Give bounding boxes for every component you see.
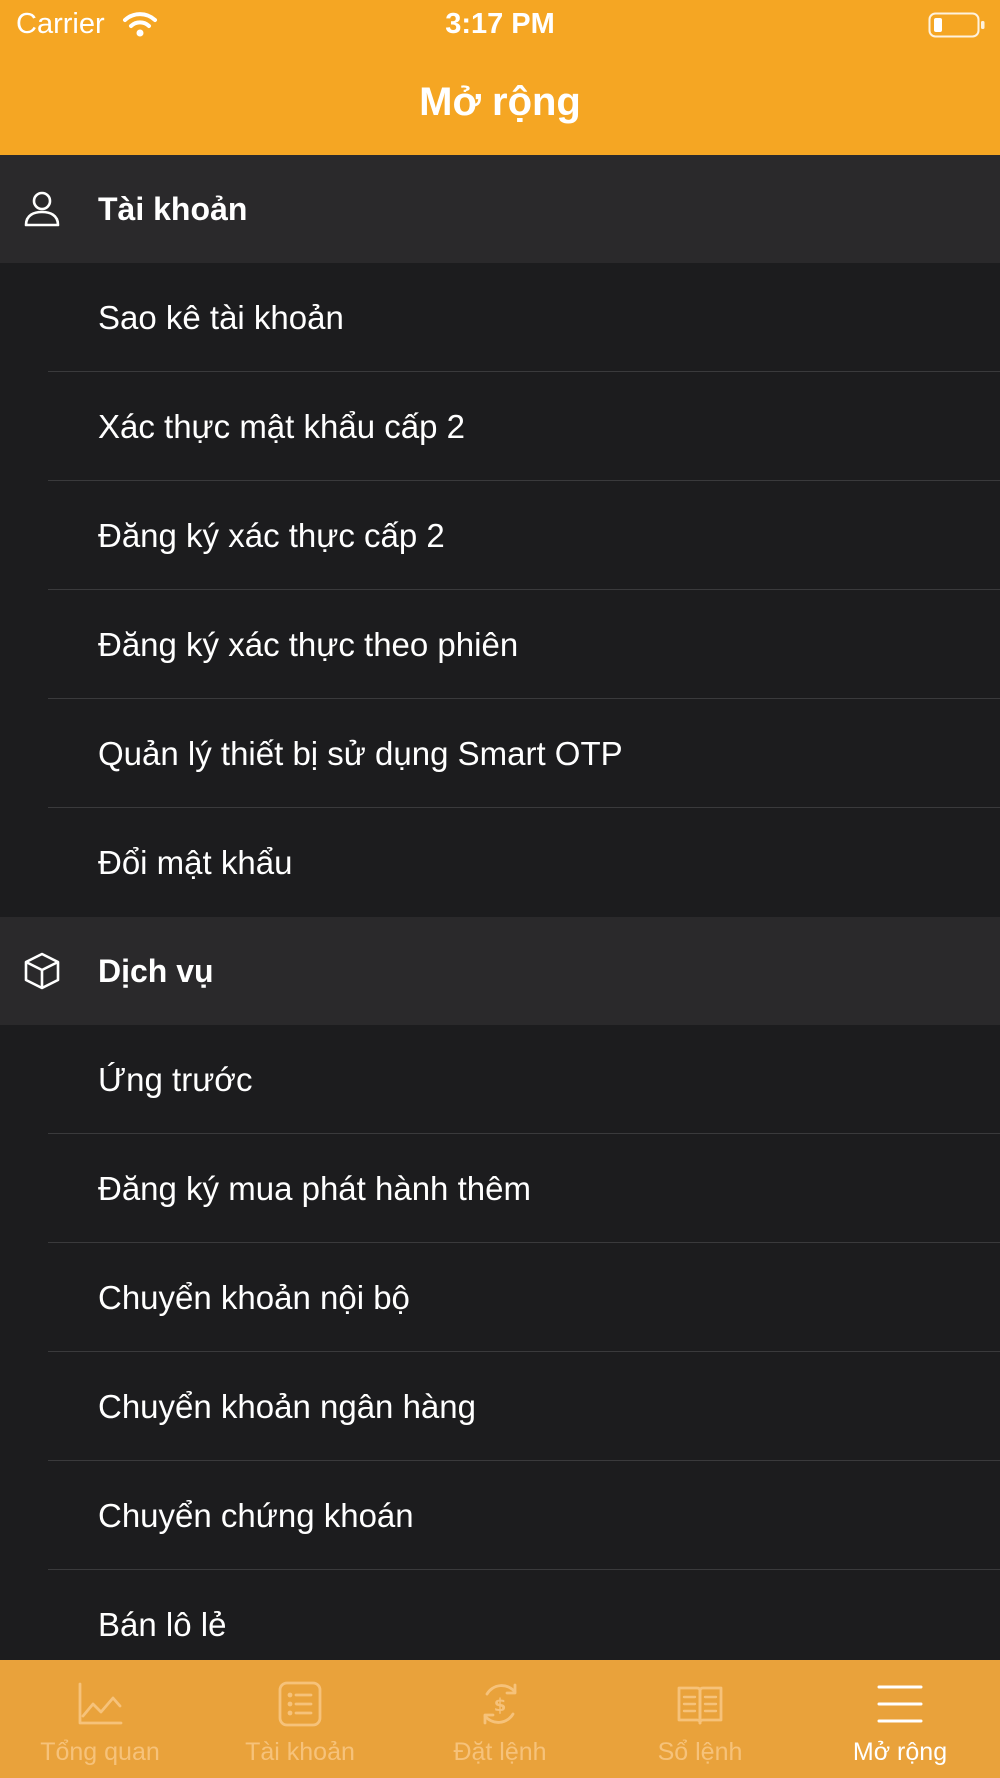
menu-item-label: Sao kê tài khoản [98,299,344,336]
status-bar: Carrier 3:17 PM [0,0,1000,52]
menu-item-label: Đăng ký xác thực theo phiên [98,626,519,663]
section-header-services: Dịch vụ [0,917,1000,1025]
menu-item-label: Xác thực mật khẩu cấp 2 [98,408,465,445]
battery-icon [928,12,985,38]
menu-item-securities-transfer[interactable]: Chuyển chứng khoán [0,1461,1000,1570]
person-icon [24,191,60,227]
tab-label: Tài khoản [245,1738,355,1766]
section-header-account: Tài khoản [0,155,1000,263]
tab-more[interactable]: Mở rộng [800,1660,1000,1778]
menu-item-change-password[interactable]: Đổi mật khẩu [0,808,1000,917]
menu-item-label: Ứng trước [98,1061,253,1098]
box-icon [24,952,60,990]
navigation-bar: Mở rộng [0,52,1000,155]
menu-item-label: Quản lý thiết bị sử dụng Smart OTP [98,735,623,772]
tab-account[interactable]: Tài khoản [200,1660,400,1778]
section-title: Dịch vụ [98,953,214,989]
menu-icon [877,1685,923,1723]
tab-place-order[interactable]: $ Đặt lệnh [400,1660,600,1778]
menu-item-internal-transfer[interactable]: Chuyển khoản nội bộ [0,1243,1000,1352]
tab-label: Đặt lệnh [453,1738,547,1766]
menu-item-register-level2-auth[interactable]: Đăng ký xác thực cấp 2 [0,481,1000,590]
currency-exchange-icon: $ [483,1683,517,1725]
book-icon [677,1686,723,1725]
menu-item-cash-advance[interactable]: Ứng trước [0,1025,1000,1134]
menu-item-verify-level2-password[interactable]: Xác thực mật khẩu cấp 2 [0,372,1000,481]
menu-item-statement[interactable]: Sao kê tài khoản [0,263,1000,372]
menu-list[interactable]: Tài khoản Sao kê tài khoản Xác thực mật … [0,155,1000,1660]
menu-item-bank-transfer[interactable]: Chuyển khoản ngân hàng [0,1352,1000,1461]
chart-line-icon [78,1682,123,1725]
menu-item-label: Bán lô lẻ [98,1606,227,1643]
list-icon [278,1681,322,1727]
menu-item-label: Đăng ký xác thực cấp 2 [98,517,445,554]
menu-item-register-session-auth[interactable]: Đăng ký xác thực theo phiên [0,590,1000,699]
menu-item-label: Chuyển khoản ngân hàng [98,1388,476,1425]
menu-item-label: Đổi mật khẩu [98,844,293,881]
svg-text:$: $ [494,1695,507,1716]
menu-item-label: Chuyển khoản nội bộ [98,1279,410,1316]
tab-overview[interactable]: Tổng quan [0,1660,200,1778]
tab-bar: Tổng quan Tài khoản $ Đặt lệnh Sổ lệnh M… [0,1660,1000,1778]
tab-label: Tổng quan [40,1738,160,1766]
status-time: 3:17 PM [445,8,555,40]
tab-order-book[interactable]: Sổ lệnh [600,1660,800,1778]
page-title: Mở rộng [419,80,581,124]
menu-item-label: Đăng ký mua phát hành thêm [98,1170,531,1207]
menu-item-rights-subscription[interactable]: Đăng ký mua phát hành thêm [0,1134,1000,1243]
tab-label: Mở rộng [852,1738,948,1766]
menu-item-label: Chuyển chứng khoán [98,1497,414,1534]
menu-item-manage-smart-otp-devices[interactable]: Quản lý thiết bị sử dụng Smart OTP [0,699,1000,808]
section-title: Tài khoản [98,191,248,227]
tab-label: Sổ lệnh [657,1738,743,1766]
menu-item-odd-lot-sale[interactable]: Bán lô lẻ [0,1570,1000,1660]
